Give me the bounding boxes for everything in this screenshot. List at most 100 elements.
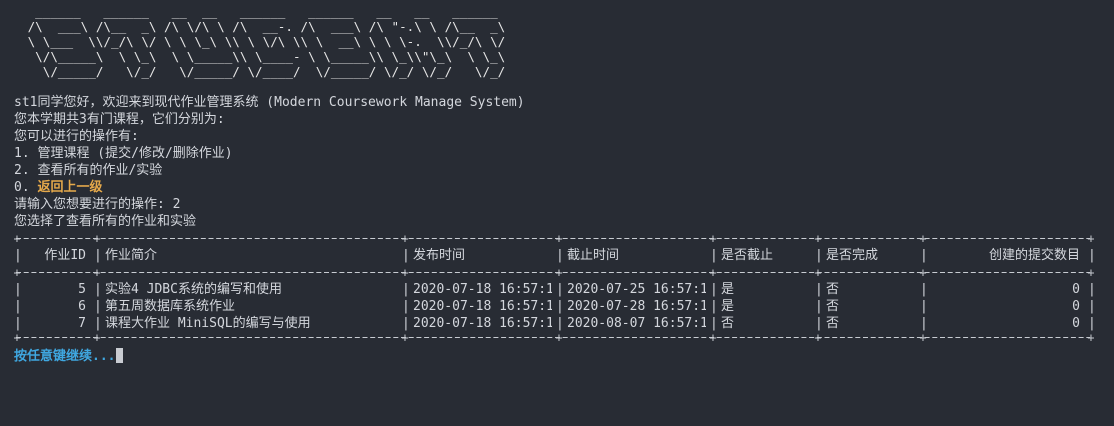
table-border-line: + + + + + + + + xyxy=(14,333,1094,342)
table-corner: + xyxy=(814,333,821,342)
table-corner: + xyxy=(919,234,926,243)
table-row: | | | | | | | | 5 实验4 JDBC系统的编写和使用 2020-07-18 16:5… xyxy=(14,281,1096,298)
table-row: | | | | | | | | 6 第五周数据库系统作业 2020-07-18 16:57:12 20… xyxy=(14,298,1096,315)
table-border: + + + + + + + + xyxy=(14,268,1094,277)
table-row: | | | | | | | | 7 课程大作业 MiniSQL的编写与使用 2020-07-18 1… xyxy=(14,315,1096,332)
table-corner: + xyxy=(1087,333,1094,342)
table-border: + + + + + + + + xyxy=(14,333,1094,342)
table-corner: + xyxy=(93,268,100,277)
menu-option-view-all: 2. 查看所有的作业/实验 xyxy=(14,163,163,178)
table-corner: + xyxy=(555,234,562,243)
table-corner: + xyxy=(1087,268,1094,277)
table-column-divider: | xyxy=(1088,248,1096,263)
table-cell-intro: 课程大作业 MiniSQL的编写与使用 xyxy=(105,316,311,331)
table-column-divider: | xyxy=(556,248,564,263)
ascii-banner: ______ ______ __ __ ______ ______ __ __ … xyxy=(27,4,506,79)
table-corner: + xyxy=(93,333,100,342)
table-corner: + xyxy=(555,268,562,277)
table-cell-done: 是否完成 xyxy=(826,248,879,263)
table-cell-submissions: 创建的提交数目 xyxy=(988,248,1080,263)
table-column-divider: | xyxy=(1088,299,1096,314)
terminal-window[interactable]: ______ ______ __ __ ______ ______ __ __ … xyxy=(0,0,1114,426)
table-cell-deadline: 2020-07-28 16:57:12 xyxy=(567,299,706,314)
table-corner: + xyxy=(555,333,562,342)
menu-option-back: 0. 返回上一级 xyxy=(14,179,103,196)
table-column-divider: | xyxy=(14,248,22,263)
menu-option-back-prefix: 0. xyxy=(14,180,38,195)
table-cell-submissions: 0 xyxy=(1072,282,1080,297)
table-border-line: + + + + + + + + xyxy=(14,234,1094,243)
table-corner: + xyxy=(93,234,100,243)
table-column-divider: | xyxy=(815,316,823,331)
table-header-row: | | | | | | | | 作业ID 作业简介 发布时间 截止时间 是否截止 是否完成 创建的提交数目 xyxy=(14,247,1096,264)
table-column-divider: | xyxy=(710,316,718,331)
table-cell-expired: 是 xyxy=(721,299,735,314)
table-column-divider: | xyxy=(815,282,823,297)
operations-intro: 您可以进行的操作有: xyxy=(14,129,139,144)
table-corner: + xyxy=(709,234,716,243)
table-border-line: + + + + + + + + xyxy=(14,268,1094,277)
continue-prompt-text: 按任意键继续... xyxy=(14,349,116,364)
continue-prompt[interactable]: 按任意键继续... xyxy=(14,348,124,365)
table-cell-id: 5 xyxy=(78,282,86,297)
table-column-divider: | xyxy=(1088,282,1096,297)
table-column-divider: | xyxy=(14,299,22,314)
table-column-divider: | xyxy=(710,299,718,314)
table-cell-id: 7 xyxy=(78,316,86,331)
menu-option-back-label: 返回上一级 xyxy=(37,180,103,195)
table-column-divider: | xyxy=(402,282,410,297)
table-column-divider: | xyxy=(402,248,410,263)
table-column-divider: | xyxy=(402,316,410,331)
table-column-divider: | xyxy=(94,248,102,263)
table-cell-done: 否 xyxy=(826,282,840,297)
table-cell-submissions: 0 xyxy=(1072,299,1080,314)
table-column-divider: | xyxy=(920,299,928,314)
menu-option-manage-course: 1. 管理课程 (提交/修改/删除作业) xyxy=(14,146,233,161)
selection-message: 您选择了查看所有的作业和实验 xyxy=(14,214,197,229)
table-column-divider: | xyxy=(556,299,564,314)
table-column-divider: | xyxy=(1088,316,1096,331)
table-cell-intro: 实验4 JDBC系统的编写和使用 xyxy=(105,282,282,297)
table-column-divider: | xyxy=(402,299,410,314)
table-cell-publish: 发布时间 xyxy=(413,248,466,263)
table-column-divider: | xyxy=(556,316,564,331)
table-cell-intro: 第五周数据库系统作业 xyxy=(105,299,236,314)
table-corner: + xyxy=(14,333,21,342)
table-corner: + xyxy=(709,268,716,277)
table-column-divider: | xyxy=(710,248,718,263)
table-column-divider: | xyxy=(94,299,102,314)
table-corner: + xyxy=(814,234,821,243)
table-corner: + xyxy=(919,333,926,342)
table-column-divider: | xyxy=(920,248,928,263)
table-corner: + xyxy=(401,333,408,342)
table-corner: + xyxy=(401,268,408,277)
table-cell-done: 否 xyxy=(826,316,840,331)
table-cell-deadline: 2020-08-07 16:57:12 xyxy=(567,316,706,331)
table-cell-publish: 2020-07-18 16:57:12 xyxy=(413,299,552,314)
table-cell-done: 否 xyxy=(826,299,840,314)
table-column-divider: | xyxy=(920,282,928,297)
table-corner: + xyxy=(401,234,408,243)
table-corner: + xyxy=(1087,234,1094,243)
table-cell-submissions: 0 xyxy=(1072,316,1080,331)
table-corner: + xyxy=(709,333,716,342)
table-cell-expired: 否 xyxy=(721,316,735,331)
table-column-divider: | xyxy=(14,316,22,331)
table-cell-intro: 作业简介 xyxy=(105,248,158,263)
table-column-divider: | xyxy=(94,316,102,331)
table-column-divider: | xyxy=(556,282,564,297)
table-column-divider: | xyxy=(815,299,823,314)
table-column-divider: | xyxy=(14,282,22,297)
welcome-message: st1同学您好，欢迎来到现代作业管理系统 (Modern Coursework … xyxy=(14,95,525,110)
table-column-divider: | xyxy=(920,316,928,331)
table-column-divider: | xyxy=(815,248,823,263)
table-border: + + + + + + + + xyxy=(14,234,1094,243)
table-corner: + xyxy=(919,268,926,277)
table-cell-expired: 是 xyxy=(721,282,735,297)
text-cursor xyxy=(116,348,124,363)
table-corner: + xyxy=(14,234,21,243)
table-cell-id: 6 xyxy=(78,299,86,314)
table-cell-publish: 2020-07-18 16:57:12 xyxy=(413,316,552,331)
table-cell-publish: 2020-07-18 16:57:12 xyxy=(413,282,552,297)
table-cell-id: 作业ID xyxy=(44,248,86,263)
